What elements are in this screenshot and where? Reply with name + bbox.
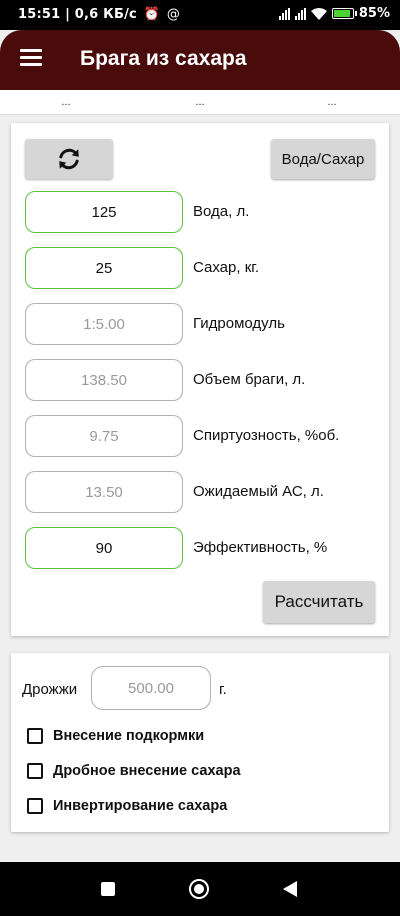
water-label: Вода, л. <box>193 203 250 220</box>
abv-label: Спиртуозность, %об. <box>193 427 340 444</box>
status-left: 15:51 | 0,6 КБ/с ⏰ @ <box>18 7 180 22</box>
yeast-input[interactable]: 500.00 <box>91 666 211 710</box>
home-icon[interactable] <box>189 879 209 899</box>
checkbox-box[interactable] <box>27 798 43 814</box>
field-row-hydromodule: 1:5.00 Гидромодуль <box>25 303 375 349</box>
tab-2[interactable]: ... <box>170 96 230 108</box>
recents-icon[interactable] <box>101 882 115 896</box>
mash-volume-label: Объем браги, л. <box>193 371 306 388</box>
checkbox-feeding[interactable]: Внесение подкормки <box>27 725 204 747</box>
alarm-icon: ⏰ <box>143 7 161 22</box>
tab-1[interactable]: ... <box>36 96 96 108</box>
checkbox-label: Дробное внесение сахара <box>53 763 241 779</box>
checkbox-label: Внесение подкормки <box>53 728 205 744</box>
efficiency-input[interactable]: 90 <box>25 527 183 569</box>
system-nav-bar <box>0 862 400 916</box>
page-title: Брага из сахара <box>80 47 247 70</box>
hamburger-menu-icon[interactable] <box>20 49 42 67</box>
field-row-water: 125 Вода, л. <box>25 191 375 237</box>
signal-icon-2 <box>294 7 306 20</box>
battery-percent: 85% <box>358 6 390 21</box>
yeast-card: Дрожжи 500.00 г. Внесение подкормки Дроб… <box>11 653 389 832</box>
abv-field: 9.75 <box>25 415 183 457</box>
sugar-input[interactable]: 25 <box>25 247 183 289</box>
efficiency-label: Эффективность, % <box>193 539 328 556</box>
at-icon: @ <box>166 7 181 22</box>
checkbox-fractional-sugar[interactable]: Дробное внесение сахара <box>27 760 241 782</box>
checkbox-box[interactable] <box>27 763 43 779</box>
field-row-sugar: 25 Сахар, кг. <box>25 247 375 293</box>
expected-as-field: 13.50 <box>25 471 183 513</box>
water-sugar-button[interactable]: Вода/Сахар <box>271 139 375 179</box>
yeast-label: Дрожжи <box>22 681 78 698</box>
tab-strip: ... ... ... <box>0 90 400 115</box>
hydromodule-label: Гидромодуль <box>193 315 285 332</box>
status-bar: 15:51 | 0,6 КБ/с ⏰ @ 85% <box>0 0 400 30</box>
checkbox-invert-sugar[interactable]: Инвертирование сахара <box>27 795 227 817</box>
calculate-button[interactable]: Рассчитать <box>263 581 375 623</box>
field-row-abv: 9.75 Спиртуозность, %об. <box>25 415 375 461</box>
field-row-expected-as: 13.50 Ожидаемый АС, л. <box>25 471 375 517</box>
status-right: 85% <box>278 6 390 21</box>
app-bar: Брага из сахара <box>0 30 400 90</box>
water-input[interactable]: 125 <box>25 191 183 233</box>
calculation-card: Вода/Сахар 125 Вода, л. 25 Сахар, кг. 1:… <box>11 123 389 636</box>
field-row-volume: 138.50 Объем браги, л. <box>25 359 375 405</box>
refresh-button[interactable] <box>25 139 113 179</box>
status-time: 15:51 <box>18 7 61 22</box>
network-speed: | 0,6 КБ/с <box>65 7 137 22</box>
field-row-efficiency: 90 Эффективность, % <box>25 527 375 573</box>
hydromodule-field: 1:5.00 <box>25 303 183 345</box>
checkbox-label: Инвертирование сахара <box>53 798 228 814</box>
checkbox-box[interactable] <box>27 728 43 744</box>
signal-icon <box>278 7 290 20</box>
refresh-icon <box>59 148 79 170</box>
tab-3[interactable]: ... <box>302 96 362 108</box>
back-icon[interactable] <box>283 881 297 897</box>
sugar-label: Сахар, кг. <box>193 259 260 276</box>
battery-icon <box>331 8 357 19</box>
mash-volume-field: 138.50 <box>25 359 183 401</box>
expected-as-label: Ожидаемый АС, л. <box>193 483 324 500</box>
wifi-icon <box>310 7 327 20</box>
yeast-unit: г. <box>219 681 227 698</box>
